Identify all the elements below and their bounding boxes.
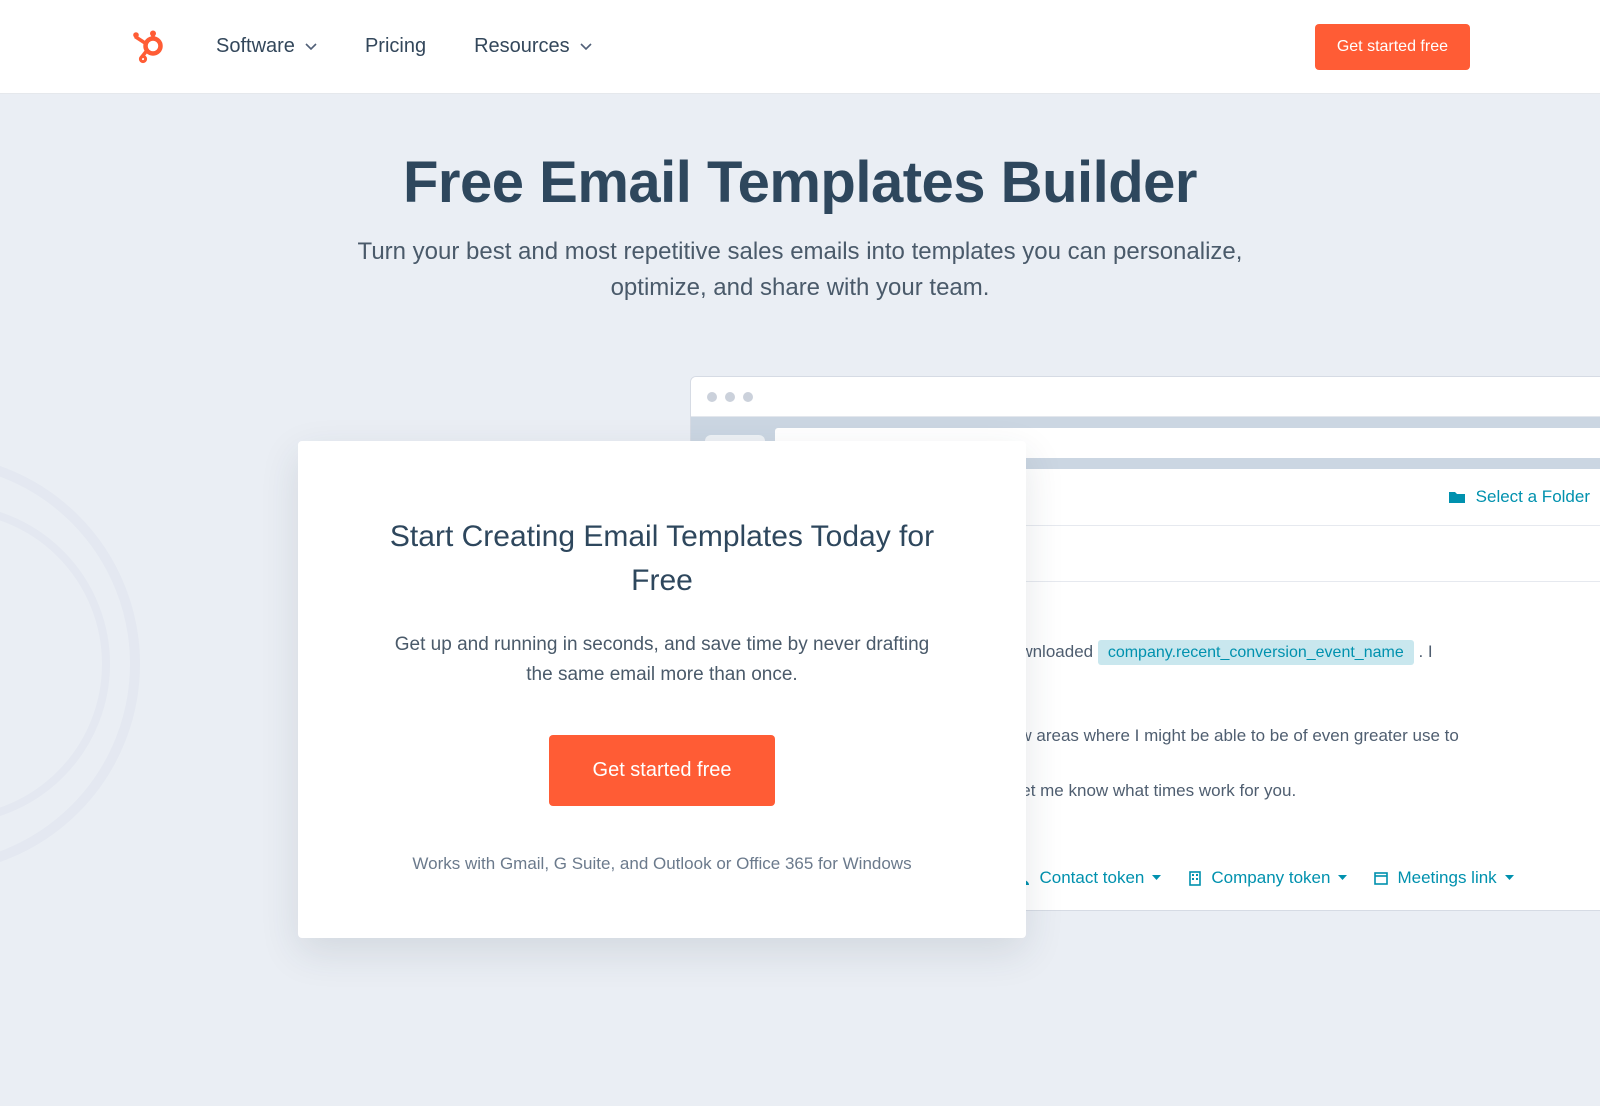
site-header: Software Pricing Resources Get started f… — [0, 0, 1600, 94]
browser-chrome — [691, 377, 1600, 417]
select-folder-dropdown[interactable]: Select a Folder — [1448, 487, 1600, 507]
caret-down-icon — [1338, 875, 1347, 881]
cta-description: Get up and running in seconds, and save … — [382, 630, 942, 691]
personalization-token[interactable]: company.recent_conversion_event_name — [1098, 640, 1414, 665]
main-nav: Software Pricing Resources — [216, 35, 592, 58]
calendar-icon — [1373, 870, 1389, 886]
hubspot-logo-icon[interactable] — [130, 29, 166, 65]
get-started-button[interactable]: Get started free — [549, 735, 776, 806]
email-text: . I — [1418, 642, 1432, 661]
cta-title: Start Creating Email Templates Today for… — [382, 515, 942, 602]
select-folder-label: Select a Folder — [1476, 487, 1590, 507]
nav-item-resources[interactable]: Resources — [474, 35, 592, 58]
window-dot — [743, 392, 753, 402]
caret-down-icon — [1152, 875, 1161, 881]
nav-label: Pricing — [365, 35, 426, 58]
hero-section: Free Email Templates Builder Turn your b… — [0, 94, 1600, 1106]
folder-icon — [1448, 490, 1466, 504]
window-dot — [725, 392, 735, 402]
get-started-button[interactable]: Get started free — [1315, 24, 1470, 70]
window-dot — [707, 392, 717, 402]
insert-contact-token-dropdown[interactable]: Contact token — [1015, 868, 1161, 888]
nav-item-software[interactable]: Software — [216, 35, 317, 58]
chevron-down-icon — [305, 43, 317, 50]
caret-down-icon — [1505, 875, 1514, 881]
cta-card: Start Creating Email Templates Today for… — [298, 441, 1026, 938]
insert-company-token-dropdown[interactable]: Company token — [1187, 868, 1347, 888]
header-left: Software Pricing Resources — [130, 29, 592, 65]
page-title: Free Email Templates Builder — [0, 149, 1600, 216]
illustration-area: nt Select a Folder y on our site and dow… — [180, 376, 1420, 956]
toolbar-label: Company token — [1211, 868, 1330, 888]
nav-label: Software — [216, 35, 295, 58]
toolbar-label: Meetings link — [1397, 868, 1496, 888]
page-subtitle: Turn your best and most repetitive sales… — [340, 234, 1260, 306]
chevron-down-icon — [580, 43, 592, 50]
nav-label: Resources — [474, 35, 570, 58]
toolbar-label: Contact token — [1039, 868, 1144, 888]
insert-meetings-link-dropdown[interactable]: Meetings link — [1373, 868, 1513, 888]
cta-meta: Works with Gmail, G Suite, and Outlook o… — [358, 854, 966, 874]
building-icon — [1187, 870, 1203, 886]
nav-item-pricing[interactable]: Pricing — [365, 35, 426, 58]
